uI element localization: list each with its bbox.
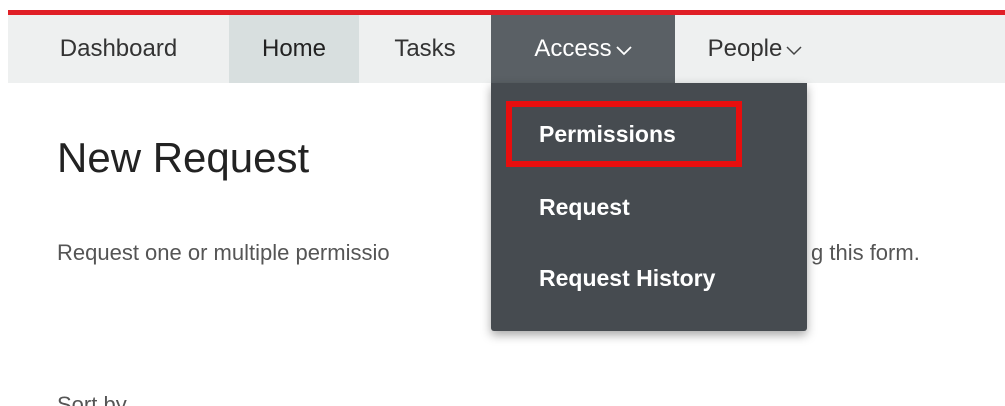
nav-item-label: Access xyxy=(534,35,612,62)
nav-item-access[interactable]: Access xyxy=(491,15,675,83)
sort-by-label: Sort by xyxy=(57,392,127,406)
chevron-down-icon xyxy=(786,46,802,56)
page-title: New Request xyxy=(57,134,310,181)
dropdown-item-request-history[interactable]: Request History xyxy=(539,265,715,292)
nav-item-dashboard[interactable]: Dashboard xyxy=(8,15,229,83)
nav-item-label: Tasks xyxy=(394,35,456,62)
top-navigation-bar: Dashboard Home Tasks Access People xyxy=(8,15,1005,83)
dropdown-item-request[interactable]: Request xyxy=(539,194,630,221)
description-visible-end: g this form. xyxy=(811,240,920,265)
nav-item-people[interactable]: People xyxy=(675,15,835,83)
access-dropdown-menu: Permissions Request Request History xyxy=(491,83,807,331)
nav-item-label: Dashboard xyxy=(59,35,178,62)
nav-item-label: Home xyxy=(261,35,327,62)
dropdown-item-permissions[interactable]: Permissions xyxy=(539,121,676,148)
page: Dashboard Home Tasks Access People New R… xyxy=(0,0,1005,406)
description-visible-start: Request one or multiple permissio xyxy=(57,240,390,265)
nav-item-label: People xyxy=(707,35,783,62)
chevron-down-icon xyxy=(616,46,632,56)
nav-item-home[interactable]: Home xyxy=(229,15,359,83)
nav-item-tasks[interactable]: Tasks xyxy=(359,15,491,83)
